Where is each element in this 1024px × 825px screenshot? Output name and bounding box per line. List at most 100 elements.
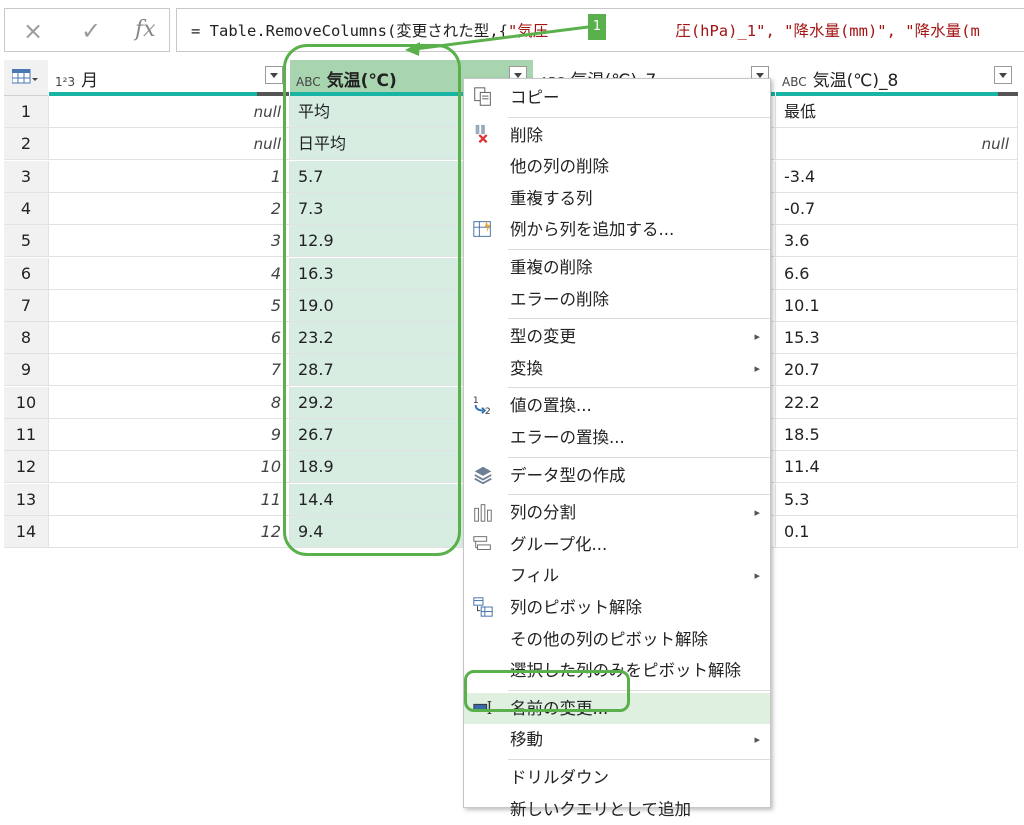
cell-month[interactable]: null <box>49 128 290 161</box>
cell-temp-8[interactable]: 0.1 <box>776 515 1018 548</box>
row-number[interactable]: 6 <box>4 257 49 290</box>
menu-item-label: データ型の作成 <box>510 465 626 485</box>
row-number[interactable]: 1 <box>4 96 49 128</box>
cell-temp-8[interactable]: null <box>776 128 1018 161</box>
cell-month[interactable]: 7 <box>49 354 290 387</box>
menu-item-label: 例から列を追加する... <box>510 220 675 240</box>
row-number[interactable]: 11 <box>4 419 49 451</box>
cell-month[interactable]: 10 <box>49 451 290 484</box>
cell-month[interactable]: 8 <box>49 386 290 419</box>
cancel-icon[interactable]: × <box>23 17 43 45</box>
row-number[interactable]: 8 <box>4 322 49 355</box>
menu-item-item-8[interactable]: エラーの削除 <box>464 284 770 315</box>
menu-separator <box>508 318 770 320</box>
menu-item-replace-values[interactable]: 1 2 値の置換... <box>464 390 770 421</box>
cell-temp-8[interactable]: -0.7 <box>776 192 1018 225</box>
menu-item-item-14[interactable]: エラーの置換... <box>464 422 770 453</box>
cell-temp-8[interactable]: 11.4 <box>776 451 1018 484</box>
row-number[interactable]: 12 <box>4 451 49 484</box>
menu-item-label: 変換 <box>510 358 543 378</box>
row-number[interactable]: 13 <box>4 483 49 516</box>
menu-item-unpivot[interactable]: 列のピボット解除 <box>464 592 770 623</box>
menu-separator <box>508 249 770 250</box>
row-number[interactable]: 7 <box>4 289 49 322</box>
cell-month[interactable]: 12 <box>49 515 290 548</box>
column-name: 月 <box>81 71 99 91</box>
row-number[interactable]: 9 <box>4 354 49 387</box>
menu-item-item-28[interactable]: ドリルダウン <box>464 762 770 793</box>
submenu-arrow-icon: ▸ <box>754 733 760 747</box>
row-number[interactable]: 2 <box>4 128 49 161</box>
menu-separator <box>508 387 770 389</box>
type-icon-text[interactable]: ABC <box>782 75 807 89</box>
formula-bar: × ✓ fx = Table.RemoveColumns(変更された型,{"気圧… <box>4 8 1024 52</box>
svg-text:2: 2 <box>485 407 491 417</box>
formula-string-2: 圧(hPa)_1", "降水量(mm)", "降水量(m <box>675 22 980 40</box>
commit-icon[interactable]: ✓ <box>81 17 101 45</box>
cell-month[interactable]: null <box>49 96 290 128</box>
menu-item-label: エラーの削除 <box>510 289 609 309</box>
cell-month[interactable]: 6 <box>49 322 290 355</box>
cell-temp-8[interactable]: 20.7 <box>776 354 1018 387</box>
menu-item-item-26[interactable]: 移動 ▸ <box>464 724 770 755</box>
submenu-arrow-icon: ▸ <box>754 569 760 583</box>
menu-item-item-10[interactable]: 型の変更 ▸ <box>464 321 770 352</box>
rename-highlight-ring <box>464 670 630 712</box>
menu-item-item-7[interactable]: 重複の削除 <box>464 252 770 283</box>
menu-item-item-22[interactable]: その他の列のピボット解除 <box>464 624 770 655</box>
menu-item-item-4[interactable]: 重複する列 <box>464 183 770 214</box>
cell-temp-8[interactable]: 最低 <box>776 96 1018 128</box>
menu-separator <box>508 456 770 458</box>
split-column-icon <box>472 501 496 525</box>
fx-icon[interactable]: fx <box>135 17 156 42</box>
menu-item-label: 重複する列 <box>510 188 593 208</box>
menu-separator <box>508 759 770 760</box>
type-icon-whole-number[interactable]: 1²3 <box>55 75 75 89</box>
menu-item-item-20[interactable]: フィル ▸ <box>464 560 770 591</box>
menu-item-split-column[interactable]: 列の分割 ▸ <box>464 497 770 528</box>
cell-month[interactable]: 2 <box>49 192 290 225</box>
menu-item-item-11[interactable]: 変換 ▸ <box>464 353 770 384</box>
menu-item-group-by[interactable]: グループ化... <box>464 529 770 560</box>
table-menu-button[interactable] <box>4 60 48 96</box>
cell-temp-8[interactable]: 18.5 <box>776 419 1018 451</box>
cell-month[interactable]: 11 <box>49 483 290 516</box>
submenu-arrow-icon: ▸ <box>754 361 760 375</box>
column-header-month[interactable]: 1²3 月 <box>49 60 289 96</box>
cell-month[interactable]: 3 <box>49 225 290 258</box>
create-data-type-icon <box>472 464 496 488</box>
menu-item-label: エラーの置換... <box>510 428 625 447</box>
menu-item-create-data-type[interactable]: データ型の作成 <box>464 460 770 491</box>
cell-temp-8[interactable]: 6.6 <box>776 257 1018 290</box>
row-number[interactable]: 10 <box>4 386 49 419</box>
cell-month[interactable]: 9 <box>49 419 290 451</box>
menu-item-item-3[interactable]: 他の列の削除 <box>464 151 770 182</box>
menu-item-delete-column[interactable]: 削除 <box>464 120 770 151</box>
row-number[interactable]: 14 <box>4 515 49 548</box>
filter-dropdown-icon[interactable] <box>265 66 283 84</box>
menu-item-label: コピー <box>510 88 560 107</box>
callout-text: 右クリック <box>618 19 686 35</box>
callout-number: 1 <box>586 12 608 42</box>
menu-item-item-29[interactable]: 新しいクエリとして追加 <box>464 794 770 825</box>
cell-temp-8[interactable]: 3.6 <box>776 225 1018 258</box>
formula-buttons: × ✓ fx <box>4 8 170 52</box>
formula-text: = Table.RemoveColumns(変更された型,{ <box>191 22 508 40</box>
cell-month[interactable]: 1 <box>49 160 290 193</box>
cell-temp-8[interactable]: 15.3 <box>776 322 1018 355</box>
cell-temp-8[interactable]: 22.2 <box>776 386 1018 419</box>
cell-month[interactable]: 5 <box>49 289 290 322</box>
filter-dropdown-icon[interactable] <box>994 66 1012 84</box>
menu-item-label: 列の分割 <box>510 503 576 523</box>
column-header-temp-8[interactable]: ABC 気温(℃)_8 <box>776 60 1018 96</box>
row-number[interactable]: 5 <box>4 225 49 258</box>
menu-item-column-from-examples[interactable]: 例から列を追加する... <box>464 214 770 245</box>
cell-temp-8[interactable]: 5.3 <box>776 483 1018 516</box>
menu-item-copy[interactable]: コピー <box>464 82 770 113</box>
cell-month[interactable]: 4 <box>49 257 290 290</box>
cell-temp-8[interactable]: -3.4 <box>776 160 1018 193</box>
menu-item-label: 列のピボット解除 <box>510 598 642 617</box>
cell-temp-8[interactable]: 10.1 <box>776 289 1018 322</box>
row-number[interactable]: 3 <box>4 160 49 193</box>
row-number[interactable]: 4 <box>4 192 49 225</box>
